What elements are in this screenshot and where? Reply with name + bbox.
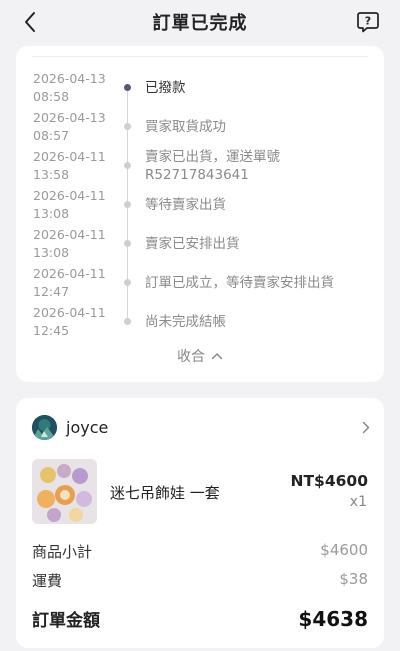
timeline-dot <box>124 318 131 325</box>
event-timestamp: 2026-04-11 13:58 <box>33 149 106 182</box>
help-button[interactable]: ? <box>354 8 382 36</box>
order-total-value: $4638 <box>298 606 368 631</box>
event-status: 賣家已出貨，運送單號 R52717843641 <box>145 148 375 184</box>
order-timeline-card: 2026-04-13 08:58 已撥款 2026-04-13 08:57 買家取貨… <box>16 46 384 382</box>
product-name: 迷七吊飾娃 一套 <box>110 484 220 502</box>
order-total-label: 訂單金額 <box>32 611 100 631</box>
top-bar: 訂單已完成 ? <box>0 0 400 46</box>
seller-row[interactable]: joyce <box>32 412 370 442</box>
timeline-dot <box>124 123 131 130</box>
event-timestamp: 2026-04-13 08:57 <box>33 110 106 143</box>
event-status: 買家取貨成功 <box>145 119 226 135</box>
shipping-label: 運費 <box>32 572 63 590</box>
timeline-dot <box>124 240 131 247</box>
product-price: NT$4600 <box>290 472 368 490</box>
seller-name: joyce <box>66 417 109 437</box>
timeline-dot <box>124 201 131 208</box>
shipping-value: $38 <box>339 570 368 588</box>
product-image[interactable] <box>32 459 97 524</box>
event-timestamp: 2026-04-13 08:58 <box>33 71 106 104</box>
help-question-icon: ? <box>357 12 379 33</box>
event-status: 訂單已成立，等待賣家安排出貨 <box>145 275 334 291</box>
svg-text:?: ? <box>365 15 371 28</box>
subtotal-label: 商品小計 <box>32 543 93 561</box>
event-status: 等待賣家出貨 <box>145 197 226 213</box>
product-quantity: x1 <box>349 494 367 510</box>
shipping-row: 運費 $38 <box>32 570 368 591</box>
collapse-label: 收合 <box>177 349 205 365</box>
tracking-number: R52717843641 <box>145 167 249 183</box>
chevron-up-icon <box>211 353 223 360</box>
order-total-row: 訂單金額 $4638 <box>32 606 368 632</box>
divider <box>32 56 368 57</box>
event-timestamp: 2026-04-11 12:45 <box>33 305 106 338</box>
event-status: 賣家已安排出貨 <box>145 236 240 252</box>
event-status: 尚未完成結帳 <box>145 314 226 330</box>
event-status: 已撥款 <box>145 80 186 96</box>
event-timestamp: 2026-04-11 13:08 <box>33 227 106 260</box>
collapse-button[interactable]: 收合 <box>16 346 384 366</box>
timeline-dot <box>124 162 131 169</box>
chevron-right-icon <box>362 421 370 433</box>
subtotal-row: 商品小計 $4600 <box>32 541 368 562</box>
subtotal-value: $4600 <box>320 541 368 559</box>
timeline-dot <box>124 84 131 91</box>
order-summary-card: joyce 迷七吊飾娃 一套 NT$4600 x1 商品小計 $4600 運費 … <box>16 398 384 648</box>
timeline-dot <box>124 279 131 286</box>
avatar <box>32 414 57 440</box>
page-title: 訂單已完成 <box>152 13 248 34</box>
event-timestamp: 2026-04-11 12:47 <box>33 266 106 299</box>
event-timestamp: 2026-04-11 13:08 <box>33 188 106 221</box>
